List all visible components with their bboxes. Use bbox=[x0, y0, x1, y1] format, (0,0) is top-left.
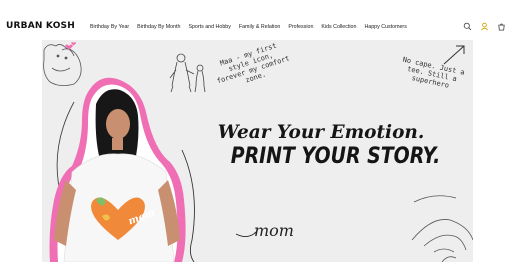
mother-child-sketch bbox=[169, 53, 206, 93]
arrow-doodle bbox=[443, 45, 465, 65]
hands-holding-sketch bbox=[411, 195, 473, 262]
nav-birthday-by-month[interactable]: Birthday By Month bbox=[137, 24, 180, 30]
underline-doodle bbox=[235, 231, 257, 237]
hero-banner[interactable]: Maa - my first style icon, forever my co… bbox=[42, 40, 473, 262]
headline-line2: PRINT YOUR STORY. bbox=[230, 144, 441, 169]
header-actions bbox=[463, 22, 506, 31]
hero-tagline: Wear Your Emotion. PRINT YOUR STORY. bbox=[216, 122, 441, 169]
nav-family-relation[interactable]: Family & Relation bbox=[239, 24, 281, 30]
nav-sports-and-hobby[interactable]: Sports and Hobby bbox=[188, 24, 230, 30]
bear-hug-sketch bbox=[43, 44, 82, 86]
site-header: URBAN KOSH Birthday By Year Birthday By … bbox=[0, 0, 512, 40]
main-nav: Birthday By Year Birthday By Month Sport… bbox=[90, 24, 407, 30]
cart-icon[interactable] bbox=[497, 22, 506, 31]
model-photo bbox=[49, 77, 186, 262]
nav-birthday-by-year[interactable]: Birthday By Year bbox=[90, 24, 129, 30]
search-icon[interactable] bbox=[463, 22, 472, 31]
user-icon[interactable] bbox=[480, 22, 489, 31]
nav-kids-collection[interactable]: Kids Collection bbox=[321, 24, 356, 30]
nav-profession[interactable]: Profession bbox=[288, 24, 313, 30]
headline-line1: Wear Your Emotion. bbox=[217, 122, 425, 143]
script-word-mom: mom bbox=[254, 221, 294, 240]
brand-logo[interactable]: URBAN KOSH bbox=[6, 21, 75, 31]
nav-happy-customers[interactable]: Happy Customers bbox=[364, 24, 406, 30]
